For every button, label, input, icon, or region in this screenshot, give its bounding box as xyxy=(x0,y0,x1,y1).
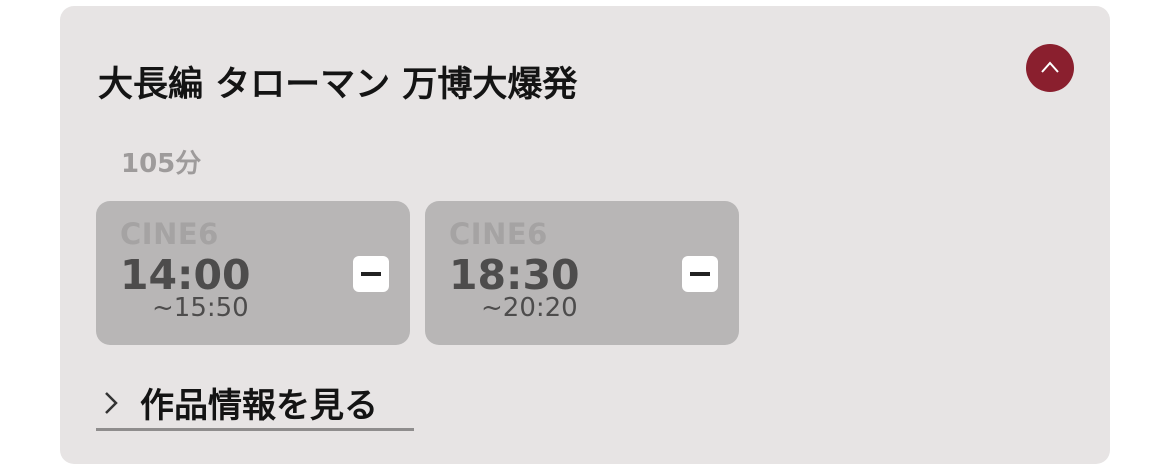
minus-icon xyxy=(682,256,718,292)
movie-title: 大長編 タローマン 万博大爆発 xyxy=(98,65,578,105)
movie-duration: 105分 xyxy=(121,149,202,179)
movie-info-link[interactable]: 作品情報を見る xyxy=(96,376,414,431)
start-time: 18:30 xyxy=(449,251,580,299)
end-time: ~20:20 xyxy=(481,293,578,323)
movie-card: 大長編 タローマン 万博大爆発 105分 CINE6 14:00 ~15:50 … xyxy=(60,6,1110,464)
movie-info-label: 作品情報を見る xyxy=(140,386,378,426)
start-time: 14:00 xyxy=(120,251,251,299)
minus-icon xyxy=(353,256,389,292)
chevron-up-icon xyxy=(1041,61,1059,73)
collapse-button[interactable] xyxy=(1026,44,1074,92)
chevron-right-icon xyxy=(105,392,118,414)
screen-name: CINE6 xyxy=(449,217,548,251)
screen-name: CINE6 xyxy=(120,217,219,251)
showtime-card[interactable]: CINE6 18:30 ~20:20 xyxy=(425,201,739,345)
showtime-card[interactable]: CINE6 14:00 ~15:50 xyxy=(96,201,410,345)
end-time: ~15:50 xyxy=(152,293,249,323)
